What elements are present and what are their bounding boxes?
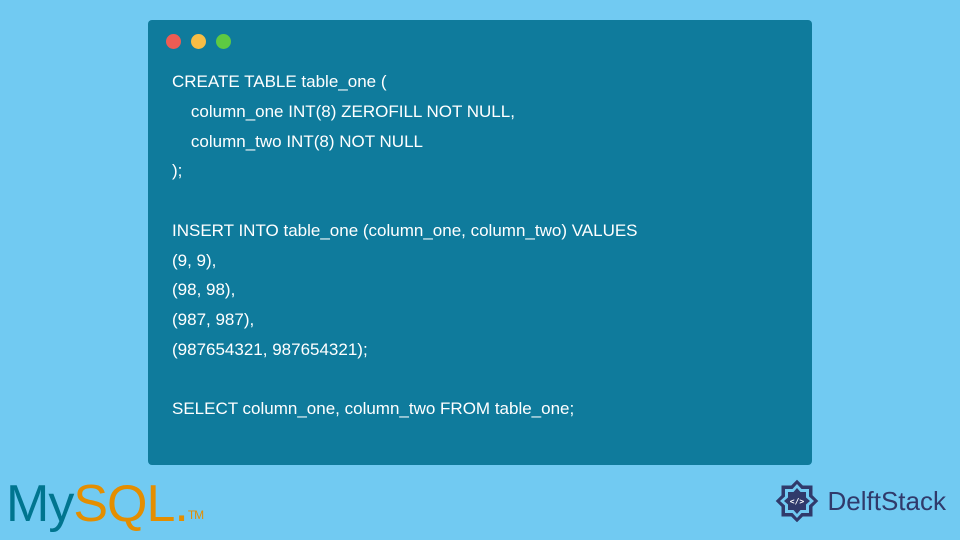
code-content: CREATE TABLE table_one ( column_one INT(… xyxy=(148,57,812,444)
close-icon xyxy=(166,34,181,49)
delftstack-icon: </> xyxy=(772,476,822,526)
mysql-logo: MySQL.TM xyxy=(6,474,203,534)
svg-text:</>: </> xyxy=(789,497,804,506)
code-window: CREATE TABLE table_one ( column_one INT(… xyxy=(148,20,812,465)
window-controls xyxy=(148,20,812,57)
mysql-tm-text: TM xyxy=(188,508,203,522)
maximize-icon xyxy=(216,34,231,49)
delftstack-logo: </> DelftStack xyxy=(772,476,947,526)
minimize-icon xyxy=(191,34,206,49)
delftstack-text: DelftStack xyxy=(828,486,947,517)
mysql-my-text: My xyxy=(6,475,73,533)
mysql-dot: . xyxy=(174,475,187,533)
mysql-sql-text: SQL xyxy=(73,475,174,533)
